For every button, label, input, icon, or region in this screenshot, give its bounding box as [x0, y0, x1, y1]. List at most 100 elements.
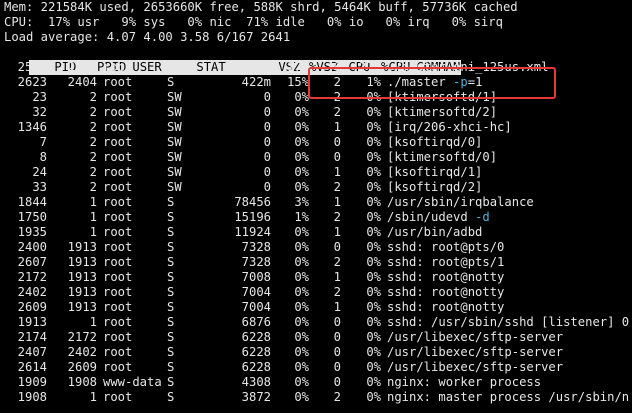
- cell-user: root: [103, 225, 133, 239]
- cell-ppid: 1913: [67, 240, 97, 254]
- cell-pid: 2596: [17, 60, 47, 74]
- cell-command: [ksoftirqd/2]: [381, 180, 482, 195]
- cell-stat: S: [167, 270, 175, 284]
- cell-vsz-pct: 0%: [294, 285, 309, 299]
- cell-command: [ksoftirqd/1]: [381, 165, 482, 180]
- cell-stat: SW: [167, 90, 182, 104]
- cell-vsz: 0: [263, 165, 271, 179]
- command-text: [ktimersoftd/1]: [387, 90, 498, 104]
- table-row: 24 2 root SW 0 0% 1 0% [ksoftirqd/1]: [0, 165, 632, 180]
- cell-user: root: [103, 105, 133, 119]
- cell-user: root: [103, 390, 133, 404]
- cell-ppid: 2: [89, 165, 97, 179]
- cell-cpu-pct: 0%: [366, 315, 381, 329]
- command-text: /usr/bin/adbd: [387, 225, 483, 239]
- cell-ppid: 1: [89, 210, 97, 224]
- table-row: 2607 1913 root S 7328 0% 2 0% sshd: root@pts/1: [0, 255, 632, 270]
- cell-cpu: 2: [333, 105, 341, 119]
- cell-command: ./master -p=1: [381, 75, 482, 90]
- cell-pid: 1908: [17, 390, 47, 404]
- cell-ppid: 2609: [67, 360, 97, 374]
- table-row: 23 2 root SW 0 0% 2 0% [ktimersoftd/1]: [0, 90, 632, 105]
- cell-command: /usr/bin/adbd: [381, 225, 482, 240]
- cell-pid: 2609: [17, 300, 47, 314]
- cell-ppid: 2: [89, 105, 97, 119]
- cell-user: root: [103, 150, 133, 164]
- cell-stat: S: [167, 315, 175, 329]
- cell-stat: SW: [167, 150, 182, 164]
- cell-pid: 1346: [17, 120, 47, 134]
- cell-pid: 7: [39, 135, 47, 149]
- cell-user: root: [103, 165, 133, 179]
- cell-user: root: [103, 60, 133, 74]
- cell-user: root: [103, 330, 133, 344]
- cell-user: root: [103, 300, 133, 314]
- cell-ppid: 2: [89, 90, 97, 104]
- command-text: sshd: root@pts/0: [387, 240, 505, 254]
- cell-ppid: 1: [89, 225, 97, 239]
- command-arg: -p: [453, 75, 468, 89]
- command-text: ./master: [387, 75, 454, 89]
- cell-user: www-data: [103, 375, 162, 389]
- cell-user: root: [103, 285, 133, 299]
- cell-cpu-pct: 0%: [366, 135, 381, 149]
- cell-command: nginx: master process /usr/sbin/n: [381, 390, 629, 405]
- cell-stat: S: [167, 360, 175, 374]
- cell-vsz: 6228: [241, 360, 271, 374]
- cell-cpu: 0: [333, 135, 341, 149]
- cell-user: root: [103, 240, 133, 254]
- cell-user: root: [103, 180, 133, 194]
- cell-command: [ktimersoftd/2]: [381, 105, 497, 120]
- cell-vsz-pct: 0%: [294, 150, 309, 164]
- cell-user: root: [103, 90, 133, 104]
- cell-vsz-pct: 0%: [294, 270, 309, 284]
- command-text: [ktimersoftd/2]: [387, 105, 498, 119]
- cell-vsz-pct: 1%: [294, 210, 309, 224]
- cell-vsz: 0: [263, 90, 271, 104]
- cell-command: sshd: /usr/sbin/sshd [listener] 0: [381, 315, 629, 330]
- cell-stat: S: [167, 285, 175, 299]
- command-text: nginx: master process /usr/sbin/n: [387, 390, 630, 404]
- cell-stat: S: [167, 390, 175, 404]
- cell-user: root: [103, 315, 133, 329]
- cell-stat: SW: [167, 120, 182, 134]
- cell-cpu-pct: 0%: [366, 165, 381, 179]
- command-text: /usr/sbin/irqbalance: [387, 195, 534, 209]
- cell-cpu-pct: 0%: [366, 90, 381, 104]
- terminal-window[interactable]: Mem: 221584K used, 2653660K free, 588K s…: [0, 0, 632, 413]
- table-row: 1935 1 root S 11924 0% 1 0% /usr/bin/adbd: [0, 225, 632, 240]
- cell-cpu-pct: 0%: [366, 270, 381, 284]
- cell-command: [irq/206-xhci-hc]: [381, 120, 512, 135]
- cell-vsz-pct: 0%: [294, 375, 309, 389]
- cell-pid: 1909: [17, 375, 47, 389]
- cell-cpu: 0: [333, 315, 341, 329]
- cell-cpu-pct: 0%: [366, 390, 381, 404]
- cell-vsz: 0: [263, 105, 271, 119]
- table-row: 1844 1 root S 78456 3% 1 0% /usr/sbin/irqbalance: [0, 195, 632, 210]
- cell-stat: SW: [167, 165, 182, 179]
- table-row: 1913 1 root S 6876 0% 0 0% sshd: /usr/sbin/sshd …: [0, 315, 632, 330]
- command-tail: =1: [467, 75, 483, 89]
- table-row: 2174 2172 root S 6228 0% 0 0% /usr/libexec/sftp-…: [0, 330, 632, 345]
- table-header-line: PID PPID USER STAT VSZ %VSZ CPU %CPU COMMAND: [0, 45, 632, 75]
- cell-cpu: 0: [333, 375, 341, 389]
- cell-ppid: 2402: [67, 345, 97, 359]
- cell-vsz: 4308: [241, 375, 271, 389]
- cell-cpu: 1: [333, 195, 341, 209]
- cell-ppid: 2: [89, 150, 97, 164]
- cell-ppid: 2: [89, 135, 97, 149]
- cell-ppid: 1: [89, 315, 97, 329]
- cell-cpu-pct: 0%: [366, 360, 381, 374]
- cell-user: root: [103, 360, 133, 374]
- table-row: 1908 1 root S 3872 0% 2 0% nginx: master process…: [0, 390, 632, 405]
- command-text: sshd: root@notty: [387, 285, 505, 299]
- cell-cpu: 2: [333, 255, 341, 269]
- table-row: 1909 1908 www-data S 4308 0% 0 0% nginx: worker …: [0, 375, 632, 390]
- table-row: 2614 2609 root S 6228 0% 0 0% /usr/libexec/sftp-…: [0, 360, 632, 375]
- cell-vsz-pct: 0%: [294, 390, 309, 404]
- command-text: [irq/206-xhci-hc]: [387, 120, 512, 134]
- table-row: 2609 1913 root S 7004 0% 1 0% sshd: root@notty: [0, 300, 632, 315]
- cell-cpu: 2: [333, 285, 341, 299]
- cell-vsz-pct: 0%: [294, 255, 309, 269]
- command-text: /sbin/udevd: [387, 210, 476, 224]
